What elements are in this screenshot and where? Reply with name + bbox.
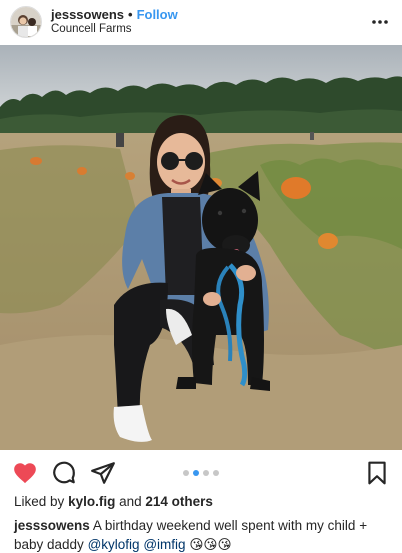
likes-prefix: Liked by — [14, 494, 65, 509]
user-info: jesssowens • Follow Councell Farms — [51, 7, 178, 36]
post-caption: jesssowens A birthday weekend well spent… — [14, 516, 394, 553]
post-header: jesssowens • Follow Councell Farms — [0, 0, 402, 44]
likes-middle: and — [119, 494, 142, 509]
comment-icon[interactable] — [51, 460, 77, 486]
mention-link[interactable]: @kylofig — [88, 537, 140, 552]
avatar[interactable] — [10, 6, 42, 38]
likes-count[interactable]: 214 others — [145, 494, 213, 509]
caption-username[interactable]: jesssowens — [14, 518, 90, 533]
liked-by-user[interactable]: kylo.fig — [68, 494, 115, 509]
heart-icon[interactable] — [12, 460, 38, 486]
bookmark-icon[interactable] — [364, 460, 390, 486]
mention-link[interactable]: @imfig — [143, 537, 185, 552]
separator-dot: • — [128, 7, 133, 23]
likes-summary: Liked by kylo.fig and 214 others — [14, 494, 213, 509]
share-icon[interactable] — [90, 460, 116, 486]
carousel-indicator — [183, 470, 219, 476]
post-photo[interactable] — [0, 45, 402, 450]
instagram-post: jesssowens • Follow Councell Farms Liked… — [0, 0, 402, 553]
follow-button[interactable]: Follow — [137, 7, 178, 22]
action-bar — [0, 452, 402, 492]
carousel-dot — [183, 470, 189, 476]
username[interactable]: jesssowens — [51, 7, 124, 22]
more-options-icon[interactable] — [368, 10, 392, 34]
caption-emoji: 😘😘😘 — [189, 537, 232, 552]
location-link[interactable]: Councell Farms — [51, 23, 178, 37]
carousel-dot-active — [193, 470, 199, 476]
carousel-dot — [213, 470, 219, 476]
carousel-dot — [203, 470, 209, 476]
